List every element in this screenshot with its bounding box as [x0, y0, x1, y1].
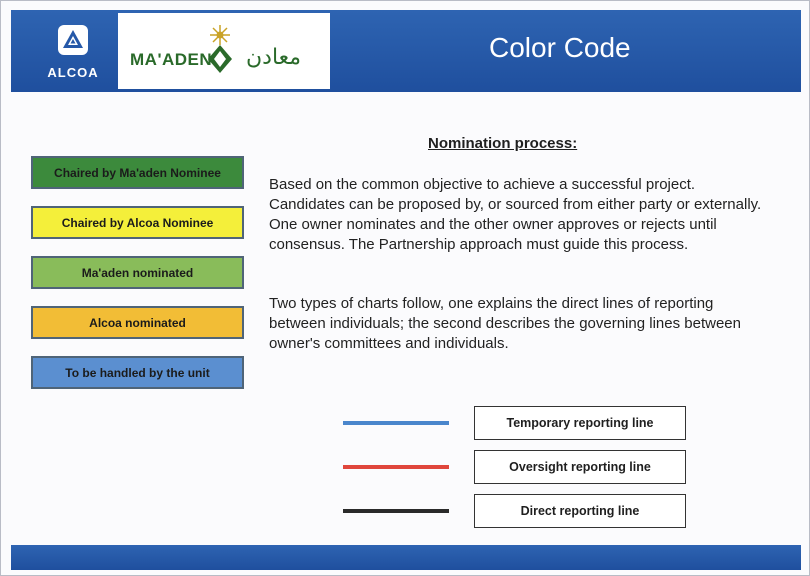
footer-band — [11, 545, 801, 570]
nomination-title: Nomination process: — [428, 135, 578, 152]
temporary-line-sample — [343, 421, 449, 425]
page-title: Color Code — [489, 32, 631, 63]
legend-item-maaden-nominated: Ma'aden nominated — [31, 256, 244, 289]
line-key-oversight: Oversight reporting line — [343, 450, 688, 484]
legend-item-label: Chaired by Alcoa Nominee — [61, 215, 214, 230]
line-key-label: Direct reporting line — [474, 494, 686, 528]
line-key-label: Oversight reporting line — [474, 450, 686, 484]
line-key-direct: Direct reporting line — [343, 494, 688, 528]
maaden-logo-text: MA'ADEN — [130, 50, 213, 69]
legend-item-chaired-by-alcoa: Chaired by Alcoa Nominee — [31, 206, 244, 239]
legend-item-label: To be handled by the unit — [65, 365, 210, 380]
maaden-logo: MA'ADEN معادن — [118, 13, 330, 89]
nomination-paragraph: Based on the common objective to achieve… — [269, 176, 762, 253]
slide: ALCOA MA'ADEN معادن Color Code Chaired b… — [0, 0, 810, 576]
oversight-line-sample — [343, 465, 449, 469]
direct-line-sample — [343, 509, 449, 513]
alcoa-logo: ALCOA — [35, 24, 111, 80]
charts-explanation-paragraph: Two types of charts follow, one explains… — [269, 295, 741, 352]
maaden-logo-arabic: معادن — [246, 45, 302, 70]
line-key-temporary: Temporary reporting line — [343, 406, 688, 440]
legend-item-handled-by-unit: To be handled by the unit — [31, 356, 244, 389]
legend-item-alcoa-nominated: Alcoa nominated — [31, 306, 244, 339]
legend-item-chaired-by-maaden: Chaired by Ma'aden Nominee — [31, 156, 244, 189]
header-band: ALCOA MA'ADEN معادن Color Code — [11, 10, 801, 92]
alcoa-logo-text: ALCOA — [47, 65, 99, 80]
line-key-label: Temporary reporting line — [474, 406, 686, 440]
legend-item-label: Alcoa nominated — [89, 315, 186, 330]
legend-item-label: Chaired by Ma'aden Nominee — [54, 165, 221, 180]
alcoa-logo-icon — [58, 25, 88, 55]
legend-item-label: Ma'aden nominated — [81, 265, 194, 280]
maaden-emblem-icon — [208, 25, 232, 73]
